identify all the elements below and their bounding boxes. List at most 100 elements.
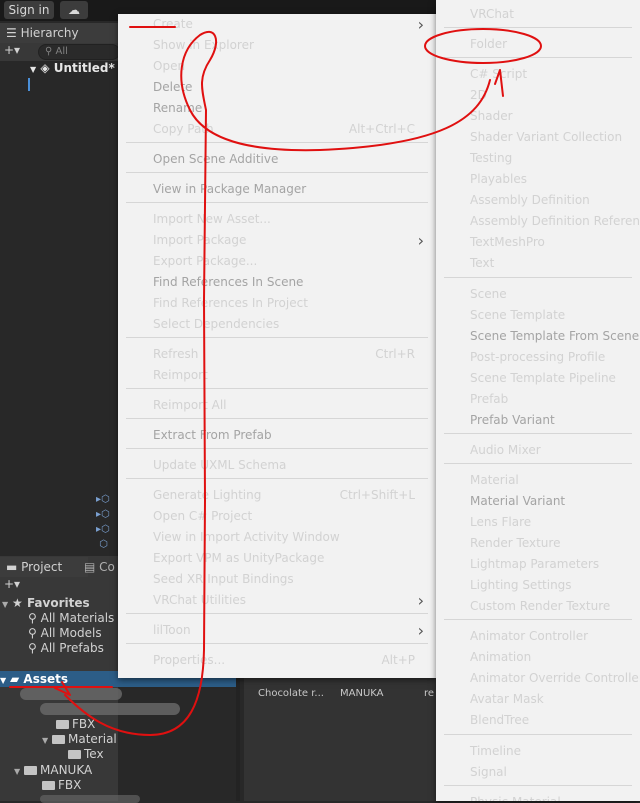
- create-item-animator-override-controller[interactable]: Animator Override Controller: [436, 668, 640, 689]
- project-add-button[interactable]: +▾: [4, 577, 20, 591]
- create-item-playables[interactable]: Playables: [436, 169, 640, 190]
- sign-in-button[interactable]: Sign in: [4, 1, 54, 19]
- create-item-assembly-definition-reference[interactable]: Assembly Definition Reference: [436, 211, 640, 232]
- create-item-testing[interactable]: Testing: [436, 148, 640, 169]
- menu-item-rename[interactable]: Rename: [118, 98, 436, 119]
- create-item-scene-template-from-scene[interactable]: Scene Template From Scene: [436, 326, 640, 347]
- asset-item-re[interactable]: re: [424, 688, 434, 699]
- menu-item-update-uxml-schema[interactable]: Update UXML Schema: [118, 455, 436, 476]
- create-item-scene-template-pipeline[interactable]: Scene Template Pipeline: [436, 368, 640, 389]
- chevron-down-icon: ▼: [2, 600, 9, 609]
- menu-item-copy-path[interactable]: Copy Path Alt+Ctrl+C: [118, 119, 436, 140]
- folder-fbx[interactable]: FBX: [56, 717, 95, 731]
- create-item-animator-controller[interactable]: Animator Controller: [436, 626, 640, 647]
- menu-item-reimport-all[interactable]: Reimport All: [118, 395, 436, 416]
- hierarchy-search-input[interactable]: ⚲ All: [38, 44, 120, 60]
- scene-name: Untitled*: [53, 61, 115, 75]
- menu-item-delete[interactable]: Delete: [118, 77, 436, 98]
- create-item-blendtree[interactable]: BlendTree: [436, 710, 640, 731]
- create-item-audio-mixer[interactable]: Audio Mixer: [436, 440, 640, 461]
- menu-item-show-in-explorer[interactable]: Show in Explorer: [118, 35, 436, 56]
- create-item-label: Shader Variant Collection: [470, 130, 623, 144]
- folder-fbx-2[interactable]: FBX: [42, 778, 81, 792]
- create-item-render-texture[interactable]: Render Texture: [436, 533, 640, 554]
- menu-item-select-dependencies[interactable]: Select Dependencies: [118, 314, 436, 335]
- asset-item-chocolate[interactable]: Chocolate r...: [258, 688, 324, 699]
- tab-project[interactable]: ▬ Project: [0, 557, 88, 577]
- create-item-shader-variant-collection[interactable]: Shader Variant Collection: [436, 127, 640, 148]
- scene-row[interactable]: ▼ ◈ Untitled*: [30, 61, 115, 75]
- menu-item-seed-xr-input-bindings[interactable]: Seed XR Input Bindings: [118, 569, 436, 590]
- menu-item-import-package[interactable]: Import Package ›: [118, 230, 436, 251]
- menu-item-generate-lighting[interactable]: Generate Lighting Ctrl+Shift+L: [118, 485, 436, 506]
- menu-item-view-in-import-activity-window[interactable]: View in Import Activity Window: [118, 527, 436, 548]
- create-item-label: Lighting Settings: [470, 578, 572, 592]
- create-item-prefab[interactable]: Prefab: [436, 389, 640, 410]
- menu-item-export-vpm-as-unitypackage[interactable]: Export VPM as UnityPackage: [118, 548, 436, 569]
- obscured-folder-2[interactable]: [40, 703, 180, 715]
- menu-item-reimport[interactable]: Reimport: [118, 365, 436, 386]
- obscured-folder-3[interactable]: [40, 795, 140, 803]
- create-item-animation[interactable]: Animation: [436, 647, 640, 668]
- create-item-lightmap-parameters[interactable]: Lightmap Parameters: [436, 554, 640, 575]
- menu-separator: [126, 337, 428, 338]
- create-item-physic-material[interactable]: Physic Material: [436, 792, 640, 801]
- menu-item-find-references-in-project[interactable]: Find References In Project: [118, 293, 436, 314]
- tab-console[interactable]: ▤ Co: [84, 557, 115, 577]
- folder-tex[interactable]: Tex: [68, 747, 104, 761]
- favorite-all-materials[interactable]: ⚲ All Materials: [28, 611, 114, 625]
- favorite-all-prefabs[interactable]: ⚲ All Prefabs: [28, 641, 104, 655]
- favorites-header[interactable]: ▼ ★ Favorites: [2, 596, 90, 610]
- obscured-folder-1[interactable]: [20, 688, 122, 700]
- create-item-post-processing-profile[interactable]: Post-processing Profile: [436, 347, 640, 368]
- menu-item-export-package[interactable]: Export Package...: [118, 251, 436, 272]
- hierarchy-add-button[interactable]: +▾: [4, 43, 20, 57]
- create-item-textmeshpro[interactable]: TextMeshPro: [436, 232, 640, 253]
- tab-project-label: Project: [21, 560, 63, 574]
- menu-item-find-references-in-scene[interactable]: Find References In Scene: [118, 272, 436, 293]
- create-item-vrchat[interactable]: VRChat: [436, 4, 640, 25]
- menu-item-properties[interactable]: Properties... Alt+P: [118, 650, 436, 671]
- create-item-label: Post-processing Profile: [470, 350, 606, 364]
- create-item-c-script[interactable]: C# Script: [436, 64, 640, 85]
- folder-label: FBX: [58, 778, 82, 792]
- menu-item-open-c-project[interactable]: Open C# Project: [118, 506, 436, 527]
- create-item-text[interactable]: Text: [436, 253, 640, 274]
- create-item-material-variant[interactable]: Material Variant: [436, 491, 640, 512]
- menu-item-vrchat-utilities[interactable]: VRChat Utilities ›: [118, 590, 436, 611]
- menu-item-open[interactable]: Open: [118, 56, 436, 77]
- create-item-shader[interactable]: Shader: [436, 106, 640, 127]
- create-item-2d[interactable]: 2D: [436, 85, 640, 106]
- menu-separator: [126, 388, 428, 389]
- create-item-timeline[interactable]: Timeline: [436, 741, 640, 762]
- menu-item-open-scene-additive[interactable]: Open Scene Additive: [118, 149, 436, 170]
- create-item-avatar-mask[interactable]: Avatar Mask: [436, 689, 640, 710]
- menu-item-view-in-package-manager[interactable]: View in Package Manager: [118, 179, 436, 200]
- folder-manuka[interactable]: ▼ MANUKA: [14, 763, 92, 777]
- tab-hierarchy[interactable]: ☰ Hierarchy: [0, 23, 120, 43]
- create-item-lens-flare[interactable]: Lens Flare: [436, 512, 640, 533]
- menu-item-liltoon[interactable]: lilToon ›: [118, 620, 436, 641]
- menu-item-import-new-asset[interactable]: Import New Asset...: [118, 209, 436, 230]
- create-item-scene-template[interactable]: Scene Template: [436, 305, 640, 326]
- folder-material[interactable]: ▼ Material: [42, 732, 117, 746]
- favorite-all-models[interactable]: ⚲ All Models: [28, 626, 102, 640]
- create-item-material[interactable]: Material: [436, 470, 640, 491]
- create-item-lighting-settings[interactable]: Lighting Settings: [436, 575, 640, 596]
- menu-item-refresh[interactable]: Refresh Ctrl+R: [118, 344, 436, 365]
- create-item-assembly-definition[interactable]: Assembly Definition: [436, 190, 640, 211]
- create-item-label: Avatar Mask: [470, 692, 544, 706]
- create-item-scene[interactable]: Scene: [436, 284, 640, 305]
- create-item-prefab-variant[interactable]: Prefab Variant: [436, 410, 640, 431]
- folder-icon: [56, 720, 69, 729]
- menu-item-create[interactable]: Create ›: [118, 14, 436, 35]
- asset-item-manuka[interactable]: MANUKA: [340, 688, 384, 699]
- menu-item-label: Delete: [153, 80, 193, 94]
- create-item-signal[interactable]: Signal: [436, 762, 640, 783]
- create-item-folder[interactable]: Folder: [436, 34, 640, 55]
- create-item-custom-render-texture[interactable]: Custom Render Texture: [436, 596, 640, 617]
- pane-divider[interactable]: [236, 672, 240, 801]
- menu-item-extract-from-prefab[interactable]: Extract From Prefab: [118, 425, 436, 446]
- search-icon: ⚲: [45, 46, 56, 57]
- cloud-button[interactable]: ☁: [60, 1, 88, 19]
